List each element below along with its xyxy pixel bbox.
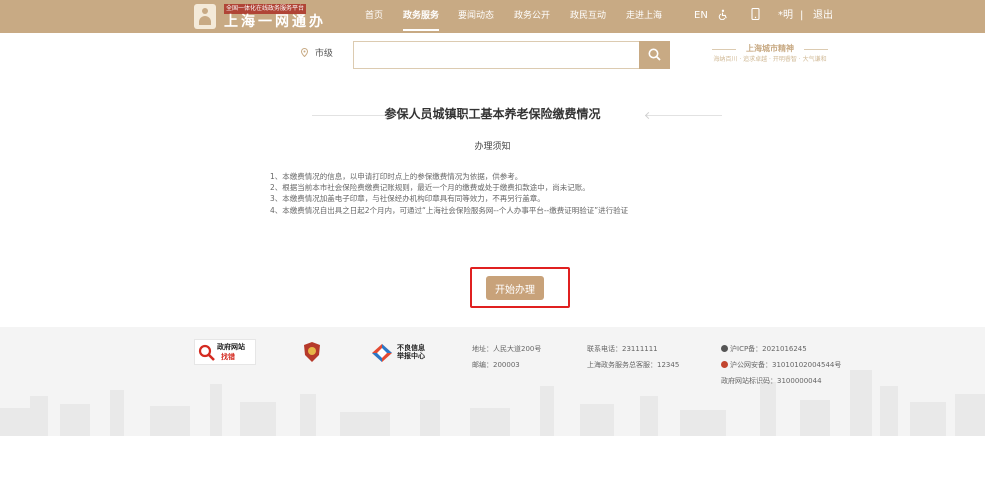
magnifier-icon — [198, 344, 215, 361]
footer-hotline: 上海政务服务总客服：12345 — [587, 361, 680, 369]
footer-address: 地址：人民大道200号 — [472, 345, 542, 353]
report-label-1: 不良信息 — [397, 344, 425, 352]
mobile-icon[interactable] — [751, 0, 760, 33]
gov-site-label: 政府网站 — [217, 343, 245, 351]
footer-postcode: 邮编：200003 — [472, 361, 520, 369]
footer-site-code: 政府网站标识码：3100000044 — [721, 377, 822, 385]
search-button[interactable] — [639, 41, 670, 69]
search-icon — [648, 48, 661, 61]
page-title: 参保人员城镇职工基本养老保险缴费情况 — [384, 107, 601, 121]
nav-gov-services[interactable]: 政务服务 — [403, 0, 440, 33]
nav-interaction[interactable]: 政民互动 — [570, 0, 606, 33]
globe-icon — [721, 345, 728, 352]
footer-police-record[interactable]: 沪公网安备：31010102004544号 — [721, 360, 841, 371]
notice-item: 3、本缴费情况加盖电子印章，与社保经办机构印章具有同等效力，不再另行盖章。 — [270, 194, 545, 204]
report-label-2: 举报中心 — [397, 352, 425, 360]
gov-site-error-report[interactable]: 政府网站 找错 — [194, 339, 256, 365]
notice-item: 1、本缴费情况的信息，以申请打印时点上的参保缴费情况为依据，供参考。 — [270, 172, 523, 181]
report-center-icon — [372, 344, 392, 362]
notice-list: 1、本缴费情况的信息，以申请打印时点上的参保缴费情况为依据，供参考。 2、根据当… — [270, 171, 628, 216]
find-error-label: 找错 — [221, 353, 235, 361]
nav-news[interactable]: 要闻动态 — [458, 0, 494, 33]
search-input[interactable] — [353, 41, 639, 69]
badge-title: 上海城市精神 — [702, 43, 838, 55]
police-record-text: 沪公网安备：31010102004544号 — [730, 361, 842, 369]
location-pin-icon — [300, 47, 311, 59]
bad-info-report-center[interactable]: 不良信息 举报中心 — [371, 342, 431, 364]
nav-home[interactable]: 首页 — [365, 0, 383, 33]
nav-about-shanghai[interactable]: 走进上海 — [626, 0, 662, 33]
region-selector[interactable]: 市级 — [300, 47, 333, 61]
notice-item: 4、本缴费情况自出具之日起2个月内，可通过“上海社会保险服务网--个人办事平台-… — [270, 205, 629, 215]
police-emblem-icon[interactable] — [303, 341, 321, 363]
lang-switch[interactable]: EN — [694, 0, 708, 33]
notice-title: 办理须知 — [474, 142, 511, 152]
logout-link[interactable]: 退出 — [813, 0, 833, 33]
accessibility-icon[interactable] — [717, 0, 728, 33]
city-spirit-badge: 上海城市精神 海纳百川 · 追求卓越 · 开明睿智 · 大气谦和 — [702, 43, 838, 65]
footer-icp[interactable]: 沪ICP备：2021016245 — [721, 344, 807, 355]
footer: 政府网站 找错 不良信息 举报中心 地址：人民大道200号 邮编：200003 … — [0, 327, 985, 436]
notice-item: 2、根据当前本市社会保险费缴费记账规则，最近一个月的缴费或处于缴费扣款途中，尚未… — [270, 183, 590, 193]
footer-phone: 联系电话：23111111 — [587, 345, 658, 353]
badge-subtitle: 海纳百川 · 追求卓越 · 开明睿智 · 大气谦和 — [713, 56, 827, 63]
user-name[interactable]: *明 — [778, 0, 793, 33]
logo-title[interactable]: 上海一网通办 — [224, 14, 326, 30]
logo-subtitle: 全国一体化在线政务服务平台 — [224, 4, 307, 14]
top-header: 全国一体化在线政务服务平台 上海一网通办 首页 政务服务 要闻动态 政务公开 政… — [0, 0, 985, 33]
logo-icon[interactable] — [194, 4, 216, 29]
region-label: 市级 — [314, 49, 333, 59]
header-separator: | — [800, 10, 804, 21]
police-badge-icon — [721, 361, 728, 368]
icp-text: 沪ICP备：2021016245 — [730, 345, 807, 353]
start-button[interactable]: 开始办理 — [486, 276, 544, 300]
nav-gov-disclosure[interactable]: 政务公开 — [514, 0, 550, 33]
